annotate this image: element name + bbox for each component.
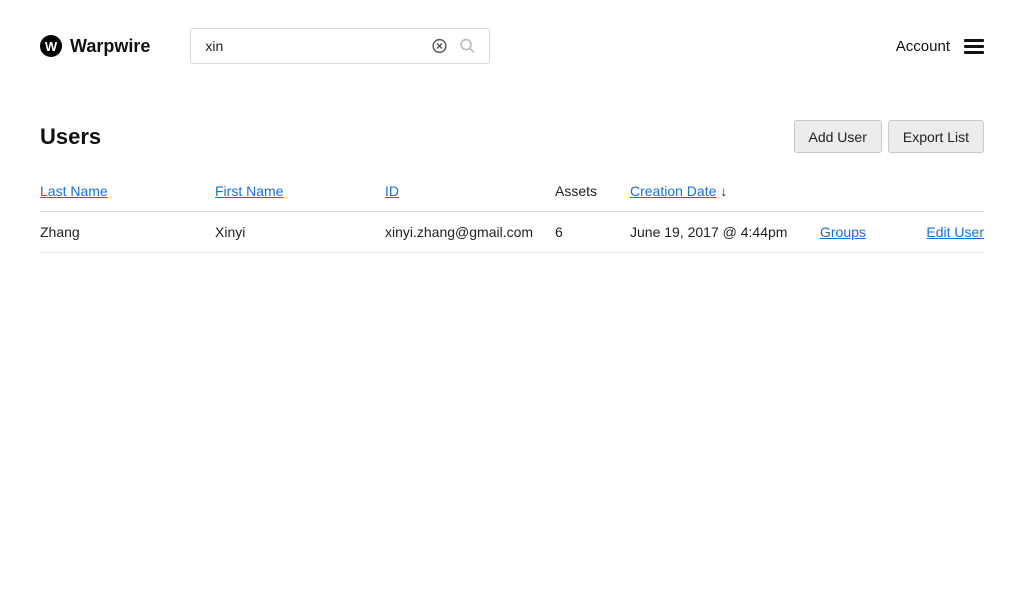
account-link[interactable]: Account bbox=[896, 38, 950, 55]
col-creation-date[interactable]: Creation Date bbox=[630, 183, 716, 199]
logo[interactable]: W Warpwire bbox=[40, 35, 150, 57]
edit-user-link[interactable]: Edit User bbox=[926, 224, 984, 240]
header-bar: W Warpwire Account bbox=[40, 28, 984, 64]
users-table: Last Name First Name ID Assets Creation … bbox=[40, 171, 984, 253]
menu-icon[interactable] bbox=[964, 39, 984, 54]
export-list-button[interactable]: Export List bbox=[888, 120, 984, 153]
search-field bbox=[190, 28, 490, 64]
cell-first-name: Xinyi bbox=[215, 224, 245, 240]
action-buttons: Add User Export List bbox=[794, 120, 985, 153]
cell-creation-date: June 19, 2017 @ 4:44pm bbox=[630, 224, 787, 240]
cell-assets: 6 bbox=[555, 224, 563, 240]
clear-icon[interactable] bbox=[431, 38, 448, 55]
add-user-button[interactable]: Add User bbox=[794, 120, 882, 153]
brand-name: Warpwire bbox=[70, 36, 150, 57]
account-area: Account bbox=[896, 38, 984, 55]
sort-arrow-icon: ↓ bbox=[720, 183, 727, 199]
search-icon[interactable] bbox=[459, 38, 476, 55]
groups-link[interactable]: Groups bbox=[820, 224, 866, 240]
col-last-name[interactable]: Last Name bbox=[40, 183, 108, 199]
title-row: Users Add User Export List bbox=[40, 120, 984, 153]
table-header-row: Last Name First Name ID Assets Creation … bbox=[40, 171, 984, 212]
col-first-name[interactable]: First Name bbox=[215, 183, 283, 199]
table-row: Zhang Xinyi xinyi.zhang@gmail.com 6 June… bbox=[40, 212, 984, 253]
col-assets: Assets bbox=[555, 183, 597, 199]
cell-id: xinyi.zhang@gmail.com bbox=[385, 224, 533, 240]
page-title: Users bbox=[40, 124, 101, 150]
col-id[interactable]: ID bbox=[385, 183, 399, 199]
cell-last-name: Zhang bbox=[40, 224, 80, 240]
logo-mark-icon: W bbox=[40, 35, 62, 57]
